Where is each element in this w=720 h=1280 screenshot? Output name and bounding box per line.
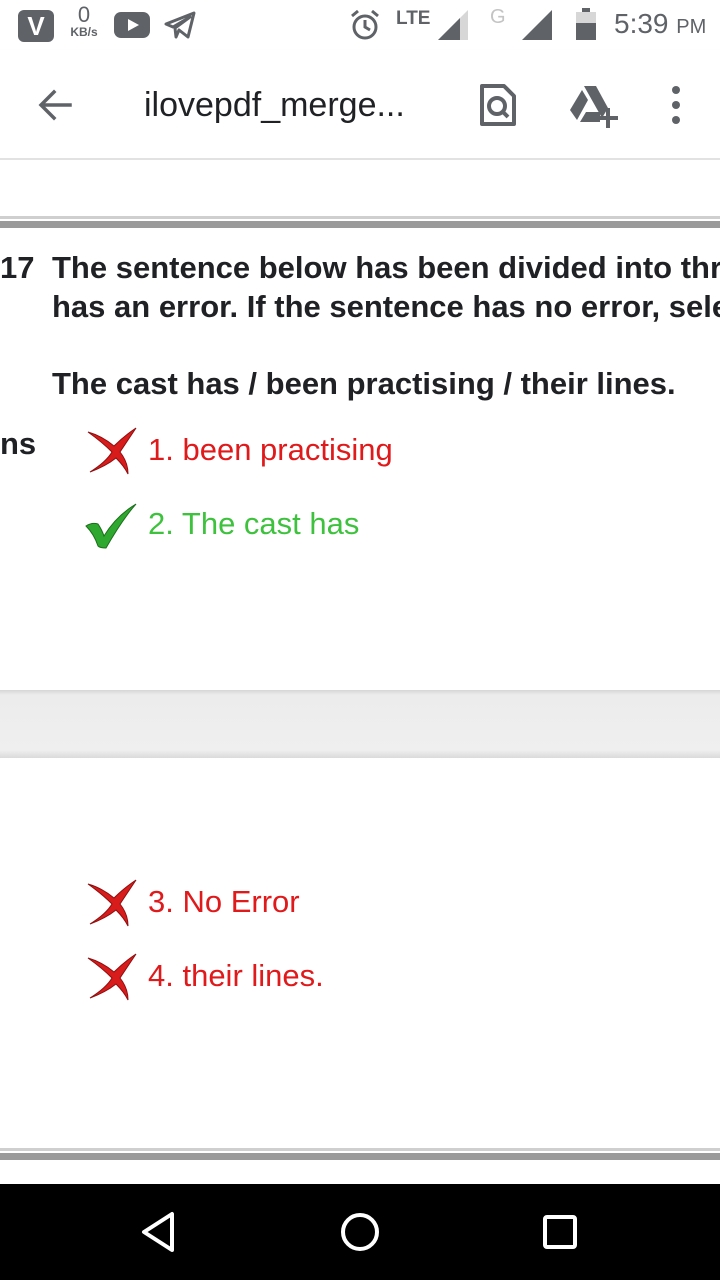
question-sentence: The cast has / been practising / their l… [52,366,676,401]
arrow-back-icon[interactable] [30,80,80,130]
question-number: 17 [0,250,35,285]
second-network-label: G [490,6,506,28]
network-type-label: LTE [396,8,431,29]
second-signal-icon [522,10,552,40]
answer-option: 1. been practising [82,424,393,476]
question-text-line: has an error. If the sentence has no err… [52,289,720,324]
page-separator [0,690,720,758]
more-vert-icon[interactable] [660,80,692,130]
red-cross-icon [87,879,137,927]
app-bar: ilovepdf_merge... [0,50,720,160]
status-bar: V 0 KB/s LTE G 5:39 PM [0,0,720,50]
red-cross-icon [87,427,137,475]
answer-option-label: 3. No Error [148,884,300,919]
net-speed-unit: KB/s [70,25,98,39]
add-to-drive-icon[interactable] [566,80,618,130]
answer-option-correct: 2. The cast has [82,498,359,550]
answer-option: 3. No Error [82,876,300,928]
document-title: ilovepdf_merge... [144,86,405,124]
telegram-notification-icon [164,11,196,39]
answer-option: 4. their lines. [82,950,324,1002]
net-speed-value: 0 [77,2,91,27]
find-in-page-icon[interactable] [474,80,520,130]
clock: 5:39 PM [614,8,706,40]
answer-option-label: 1. been practising [148,432,393,467]
net-speed-indicator: 0 KB/s [64,2,104,39]
green-check-icon [85,503,137,549]
nav-home-icon[interactable] [334,1206,386,1258]
answer-option-label: 2. The cast has [148,506,360,541]
red-cross-icon [87,953,137,1001]
carrier-badge-letter: V [27,10,45,41]
youtube-notification-icon [114,12,150,38]
cut-off-side-text: ns [0,426,37,461]
page-divider-top [0,216,720,228]
nav-recent-icon[interactable] [534,1206,586,1258]
question-text-line: The sentence below has been divided into… [52,250,720,285]
alarm-icon [351,9,379,40]
battery-icon [576,8,596,40]
clock-time: 5:39 [614,8,669,39]
nav-back-icon[interactable] [134,1206,186,1258]
carrier-badge-icon: V [18,10,54,42]
document-viewer[interactable]: 17 The sentence below has been divided i… [0,160,720,1184]
navigation-bar [0,1184,720,1280]
clock-ampm: PM [676,16,707,38]
page-divider-bottom [0,1148,720,1160]
signal-strength-icon [438,10,468,40]
answer-option-label: 4. their lines. [148,958,324,993]
